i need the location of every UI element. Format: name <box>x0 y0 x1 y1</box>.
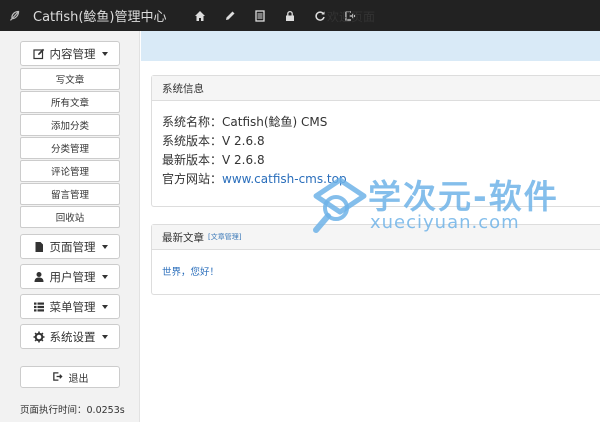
document-icon[interactable] <box>245 0 275 31</box>
execution-time: 页面执行时间：0.0253s <box>20 405 125 416</box>
menu-item-add-category[interactable]: 添加分类 <box>20 114 120 136</box>
system-name-label: 系统名称： <box>162 115 223 129</box>
latest-articles-panel: 最新文章 [文章管理] 世界，您好！ <box>151 224 600 295</box>
gear-icon <box>33 331 45 343</box>
nav-menu-button[interactable]: 菜单管理 <box>20 294 120 319</box>
latest-version-value: V 2.6.8 <box>222 153 265 167</box>
list-icon <box>33 301 45 313</box>
sidebar: 内容管理 写文章 所有文章 添加分类 分类管理 评论管理 留言管理 回收站 页面… <box>0 31 140 422</box>
menu-item-recycle-bin[interactable]: 回收站 <box>20 206 120 228</box>
system-version-label: 系统版本： <box>162 134 223 148</box>
file-icon <box>33 241 45 253</box>
menu-item-message-manage[interactable]: 留言管理 <box>20 183 120 205</box>
app-brand[interactable]: Catfish(鲶鱼)管理中心 <box>33 6 167 25</box>
system-version-row: 系统版本：V 2.6.8 <box>162 132 600 151</box>
official-site-link[interactable]: www.catfish-cms.top <box>222 172 347 186</box>
watermark-domain: xueciyuan.com <box>370 212 520 233</box>
pencil-icon[interactable] <box>215 0 245 31</box>
system-name-value: Catfish(鲶鱼) CMS <box>222 115 328 129</box>
latest-version-label: 最新版本： <box>162 153 223 167</box>
welcome-bar <box>141 31 600 61</box>
page-menu-button[interactable]: 页面管理 <box>20 234 120 259</box>
top-navbar: Catfish(鲶鱼)管理中心 <box>0 0 600 31</box>
feather-icon <box>3 0 25 31</box>
user-menu-label: 用户管理 <box>49 269 96 284</box>
article-manage-link[interactable]: [文章管理] <box>208 232 241 242</box>
nav-menu-label: 菜单管理 <box>49 299 96 314</box>
settings-menu-label: 系统设置 <box>49 329 96 344</box>
caret-down-icon <box>101 274 108 279</box>
caret-down-icon <box>101 244 108 249</box>
page-title: 欢迎页面 <box>327 10 376 24</box>
official-site-label: 官方网站： <box>162 172 223 186</box>
lock-icon[interactable] <box>275 0 305 31</box>
user-icon <box>33 271 45 283</box>
menu-item-comment-manage[interactable]: 评论管理 <box>20 160 120 182</box>
settings-menu-button[interactable]: 系统设置 <box>20 324 120 349</box>
home-icon[interactable] <box>185 0 215 31</box>
edit-icon <box>32 48 45 60</box>
logout-icon <box>52 371 64 383</box>
latest-version-row: 最新版本：V 2.6.8 <box>162 151 600 170</box>
content-menu-label: 内容管理 <box>49 46 96 61</box>
caret-down-icon <box>101 51 108 56</box>
article-link[interactable]: 世界，您好！ <box>162 264 600 278</box>
watermark-title: 学次元-软件 <box>368 177 559 216</box>
caret-down-icon <box>101 334 108 339</box>
panel-title: 系统信息 <box>162 82 204 95</box>
logout-label: 退出 <box>68 373 89 385</box>
menu-item-write-article[interactable]: 写文章 <box>20 68 120 90</box>
content-menu-button[interactable]: 内容管理 <box>20 41 120 66</box>
system-version-value: V 2.6.8 <box>222 134 265 148</box>
panel-heading: 系统信息 <box>152 76 600 101</box>
caret-down-icon <box>101 304 108 309</box>
page-menu-label: 页面管理 <box>49 239 96 254</box>
user-menu-button[interactable]: 用户管理 <box>20 264 120 289</box>
menu-item-all-articles[interactable]: 所有文章 <box>20 91 120 113</box>
menu-item-category-manage[interactable]: 分类管理 <box>20 137 120 159</box>
panel-title: 最新文章 <box>162 231 204 244</box>
logout-button[interactable]: 退出 <box>20 366 120 388</box>
system-name-row: 系统名称：Catfish(鲶鱼) CMS <box>162 113 600 132</box>
